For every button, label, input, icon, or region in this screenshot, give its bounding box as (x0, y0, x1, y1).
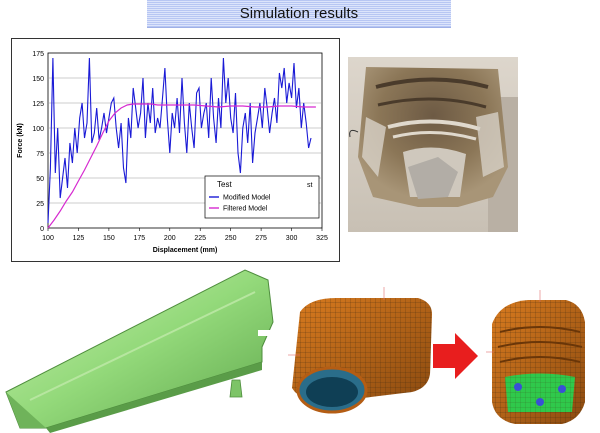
x-tick-label: 225 (194, 235, 206, 242)
y-tick-label: 50 (36, 176, 44, 183)
crushed-specimen-photo (348, 57, 518, 232)
legend-title: Test (217, 180, 232, 189)
x-tick-label: 125 (73, 235, 85, 242)
y-axis-label: Force (kN) (17, 123, 24, 158)
force-displacement-chart: 0 25 50 75 100 125 150 175 100 125 150 175 200 225 250… (11, 38, 340, 262)
legend-title-suffix: st (307, 182, 313, 189)
crash-box-cad-model (5, 269, 274, 433)
y-tick-label: 150 (32, 76, 44, 83)
fem-model-illustrations (5, 269, 585, 433)
arrow-right-icon (433, 333, 478, 379)
chart-svg: 0 25 50 75 100 125 150 175 100 125 150 175 200 225 250… (17, 51, 328, 254)
y-tick-label: 25 (36, 201, 44, 208)
y-tick-label: 75 (36, 151, 44, 158)
x-tick-label: 250 (225, 235, 237, 242)
legend-label: Modified Model (223, 195, 271, 202)
x-tick-label: 150 (103, 235, 115, 242)
fem-mesh-undeformed (288, 287, 432, 414)
slide-title: Simulation results (239, 5, 359, 22)
y-tick-label: 100 (32, 126, 44, 133)
x-tick-label: 300 (286, 235, 298, 242)
x-tick-label: 275 (255, 235, 267, 242)
fem-mesh-deformed (486, 290, 585, 424)
y-tick-label: 0 (40, 226, 44, 233)
y-tick-label: 125 (32, 101, 44, 108)
x-tick-label: 100 (42, 235, 54, 242)
y-tick-label: 175 (32, 51, 44, 58)
x-tick-label: 175 (133, 235, 145, 242)
legend-label: Filtered Model (223, 206, 268, 213)
x-tick-label: 325 (316, 235, 328, 242)
x-tick-label: 200 (164, 235, 176, 242)
slide-title-bar: Simulation results (147, 0, 451, 28)
